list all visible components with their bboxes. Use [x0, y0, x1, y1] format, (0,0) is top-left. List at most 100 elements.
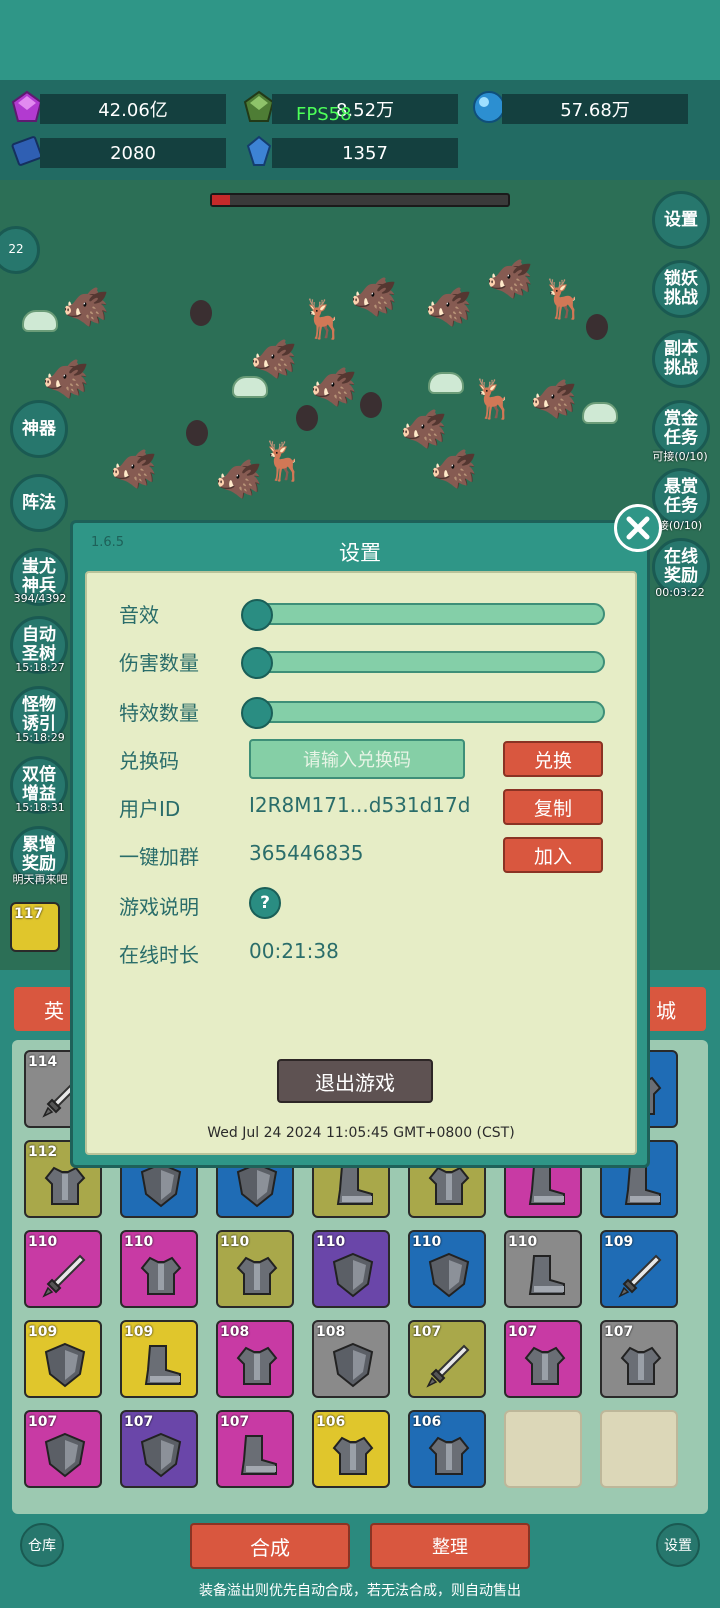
dialog-body: 音效 伤害数量 特效数量 兑换码 请输入兑换码 兑换 用户ID I2R8M171…	[85, 571, 637, 1155]
boar-monster-icon: 🐗	[62, 285, 110, 329]
item-level: 110	[124, 1234, 154, 1250]
artifact-button[interactable]: 神器	[10, 400, 68, 458]
item-level: 110	[412, 1234, 442, 1250]
sword-icon	[616, 1250, 666, 1300]
inventory-cell[interactable]: 107	[24, 1410, 102, 1488]
sound-slider[interactable]	[241, 599, 605, 631]
online-time-value: 00:21:38	[249, 939, 339, 963]
inventory-cell[interactable]: 109	[24, 1320, 102, 1398]
inventory-cell[interactable]	[504, 1410, 582, 1488]
item-level: 107	[28, 1414, 58, 1430]
user-id-value: I2R8M171...d531d17d	[249, 793, 471, 817]
effect-count-slider-knob[interactable]	[241, 697, 273, 729]
item-level: 107	[412, 1324, 442, 1340]
game-guide-label: 游戏说明	[119, 895, 199, 919]
boar-monster-icon: 🐗	[486, 257, 534, 301]
chiyou-progress: 394/4392	[13, 592, 67, 605]
green-gem-icon	[242, 90, 276, 124]
auto-merge-note: 装备溢出则优先自动合成，若无法合成，则自动售出	[199, 1583, 521, 1599]
inventory-cell[interactable]: 107	[120, 1410, 198, 1488]
deer-monster-icon: 🦌	[540, 277, 588, 321]
dungeon-challenge-button[interactable]: 副本 挑战	[652, 330, 710, 388]
item-level: 107	[508, 1324, 538, 1340]
inventory-cell[interactable]: 108	[216, 1320, 294, 1398]
group-number: 365446835	[249, 841, 364, 865]
boss-health-bar	[210, 193, 510, 207]
monster-lure-timer: 15:18:29	[15, 731, 65, 744]
redeem-code-input[interactable]: 请输入兑换码	[249, 739, 465, 779]
join-group-button[interactable]: 加入	[503, 837, 603, 873]
accum-reward-status: 明天再来吧	[12, 873, 68, 886]
item-level: 108	[220, 1324, 250, 1340]
inventory-cell[interactable]: 110	[312, 1230, 390, 1308]
slime-monster-icon	[428, 372, 464, 394]
inventory-cell[interactable]	[600, 1410, 678, 1488]
inventory-cell[interactable]: 107	[216, 1410, 294, 1488]
settings-dialog: 1.6.5 设置 音效 伤害数量 特效数量 兑换码 请输入兑换码 兑换 用户ID…	[70, 520, 650, 1168]
inventory-cell[interactable]: 108	[312, 1320, 390, 1398]
help-icon[interactable]: ?	[249, 887, 281, 919]
orb-count: 57.68万	[502, 94, 688, 124]
inventory-cell[interactable]: 109	[600, 1230, 678, 1308]
lock-demon-challenge-button[interactable]: 锁妖 挑战	[652, 260, 710, 318]
item-level: 114	[28, 1054, 58, 1070]
exit-game-button[interactable]: 退出游戏	[277, 1059, 433, 1103]
damage-count-slider[interactable]	[241, 647, 605, 679]
inventory-cell[interactable]: 110	[120, 1230, 198, 1308]
boot-icon	[136, 1340, 186, 1390]
book-icon	[10, 134, 44, 168]
boar-monster-icon: 🐗	[215, 457, 263, 501]
deer-monster-icon: 🦌	[260, 439, 308, 483]
status-bar	[0, 0, 720, 80]
slot-level: 117	[14, 906, 44, 922]
effect-count-slider[interactable]	[241, 697, 605, 729]
boar-monster-icon: 🐗	[430, 447, 478, 491]
armor-icon	[136, 1250, 186, 1300]
user-id-label: 用户ID	[119, 797, 181, 821]
sound-slider-knob[interactable]	[241, 599, 273, 631]
item-level: 112	[28, 1144, 58, 1160]
arrange-button[interactable]: 整理	[370, 1523, 530, 1569]
damage-count-slider-knob[interactable]	[241, 647, 273, 679]
gem-count: 42.06亿	[40, 94, 226, 124]
item-level: 106	[316, 1414, 346, 1430]
inventory-cell[interactable]: 110	[408, 1230, 486, 1308]
formation-button[interactable]: 阵法	[10, 474, 68, 532]
redeem-button[interactable]: 兑换	[503, 741, 603, 777]
item-level: 110	[220, 1234, 250, 1250]
inventory-settings-button[interactable]: 设置	[656, 1523, 700, 1567]
inventory-cell[interactable]: 110	[216, 1230, 294, 1308]
boar-monster-icon: 🐗	[310, 365, 358, 409]
inventory-cell[interactable]: 107	[600, 1320, 678, 1398]
inventory-cell[interactable]: 106	[312, 1410, 390, 1488]
item-level: 107	[604, 1324, 634, 1340]
item-level: 109	[604, 1234, 634, 1250]
redeem-code-label: 兑换码	[119, 749, 179, 773]
deer-monster-icon: 🦌	[300, 297, 348, 341]
inventory-cell[interactable]: 110	[24, 1230, 102, 1308]
settings-side-button[interactable]: 设置	[652, 191, 710, 249]
inventory-cell[interactable]: 110	[504, 1230, 582, 1308]
crystal-icon	[242, 134, 276, 168]
inventory-cell[interactable]: 107	[504, 1320, 582, 1398]
boar-monster-icon: 🐗	[425, 285, 473, 329]
boar-monster-icon: 🐗	[110, 447, 158, 491]
copy-id-button[interactable]: 复制	[503, 789, 603, 825]
bounty-task-count: 可接(0/10)	[652, 450, 708, 463]
shield-icon	[328, 1250, 378, 1300]
inventory-cell[interactable]: 106	[408, 1410, 486, 1488]
inventory-cell[interactable]: 109	[120, 1320, 198, 1398]
item-level: 107	[124, 1414, 154, 1430]
close-dialog-button[interactable]	[614, 504, 662, 552]
sword-icon	[424, 1340, 474, 1390]
armor-icon	[520, 1340, 570, 1390]
sword-icon	[40, 1250, 90, 1300]
inventory-cell[interactable]: 107	[408, 1320, 486, 1398]
item-level: 109	[124, 1324, 154, 1340]
boar-monster-icon: 🐗	[250, 337, 298, 381]
shield-icon	[136, 1430, 186, 1480]
warehouse-button[interactable]: 仓库	[20, 1523, 64, 1567]
item-level: 110	[508, 1234, 538, 1250]
equipped-slot[interactable]: 117	[10, 902, 60, 952]
synthesize-button[interactable]: 合成	[190, 1523, 350, 1569]
